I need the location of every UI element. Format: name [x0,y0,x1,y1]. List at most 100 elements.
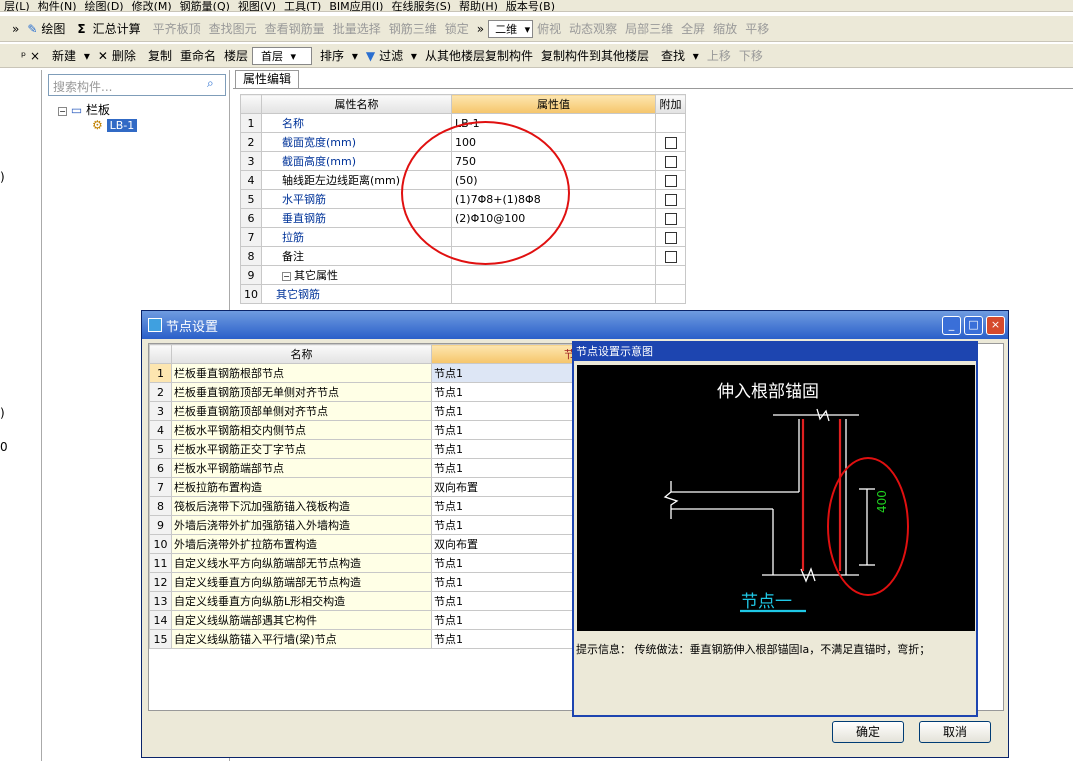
node-value[interactable]: 节点1 [431,363,589,383]
batch-select-button[interactable]: 批量选择 [329,20,385,37]
property-value[interactable] [450,265,657,285]
find-element-button[interactable]: 查找图元 [205,20,261,37]
extra-cell[interactable] [655,189,686,209]
rename-button[interactable]: 重命名 [176,47,220,64]
table-row[interactable]: 9 外墙后浇带外扩加强筋锚入外墙构造 节点1 [149,515,589,535]
copy-to-floor-button[interactable]: 复制构件到其他楼层 [537,47,653,64]
search-box[interactable]: 搜索构件... ⌕ [48,74,226,96]
attach-checkbox[interactable] [664,136,677,149]
table-row[interactable]: 6 栏板水平钢筋端部节点 节点1 [149,458,589,478]
pan-button[interactable]: 平移 [741,20,773,37]
menu-item[interactable]: 在线服务(S) [387,0,455,11]
table-row[interactable]: 13 自定义线垂直方向纵筋L形相交构造 节点1 [149,591,589,611]
new-button[interactable]: 新建 ▾ [44,47,94,64]
table-row[interactable]: 1 栏板垂直钢筋根部节点 节点1 [149,363,589,383]
tree-node-root[interactable]: − ▭ 栏板 [58,101,110,118]
table-row[interactable]: 9− 其它属性 [240,265,686,285]
search-icon[interactable]: ⌕ [207,76,214,91]
dynamic-view-button[interactable]: 动态观察 [565,20,621,37]
table-row[interactable]: 11 自定义线水平方向纵筋端部无节点构造 节点1 [149,553,589,573]
node-value[interactable]: 节点1 [431,496,589,516]
node-value[interactable]: 节点1 [431,401,589,421]
rebar-3d-button[interactable]: 钢筋三维 [385,20,441,37]
menu-item[interactable]: 工具(T) [280,0,325,11]
collapse-icon[interactable]: − [282,272,291,281]
menu-item[interactable]: BIM应用(I) [325,0,387,11]
node-value[interactable]: 节点1 [431,439,589,459]
menu-item[interactable]: 视图(V) [234,0,280,11]
extra-cell[interactable] [655,246,686,266]
zoom-button[interactable]: 缩放 [709,20,741,37]
copy-button[interactable]: 复制 [144,47,176,64]
table-row[interactable]: 15 自定义线纵筋锚入平行墙(梁)节点 节点1 [149,629,589,649]
extra-cell[interactable] [655,170,686,190]
draw-button[interactable]: ✎ 绘图 [23,20,73,37]
node-value[interactable]: 节点1 [431,553,589,573]
attach-checkbox[interactable] [664,250,677,263]
menu-item[interactable]: 版本号(B) [502,0,559,11]
table-row[interactable]: 7 栏板拉筋布置构造 双向布置 [149,477,589,497]
view-mode-select[interactable]: 二维 ▾ [488,19,534,38]
table-row[interactable]: 5 栏板水平钢筋正交丁字节点 节点1 [149,439,589,459]
top-view-button[interactable]: 俯视 [533,20,565,37]
extra-cell[interactable] [655,132,686,152]
node-value[interactable]: 节点1 [431,572,589,592]
table-row[interactable]: 10 外墙后浇带外扩拉筋布置构造 双向布置 [149,534,589,554]
table-row[interactable]: 2 栏板垂直钢筋顶部无单侧对齐节点 节点1 [149,382,589,402]
tree-node-child[interactable]: ⚙ LB-1 [92,118,138,132]
attach-checkbox[interactable] [664,193,677,206]
table-row[interactable]: 4 栏板水平钢筋相交内侧节点 节点1 [149,420,589,440]
floor-select[interactable]: 首层 ▾ [251,46,312,65]
property-value[interactable] [450,284,657,304]
menu-item[interactable]: 帮助(H) [455,0,502,11]
cancel-button[interactable]: 取消 [919,721,991,743]
menu-item[interactable]: 钢筋量(Q) [176,0,234,11]
copy-from-floor-button[interactable]: 从其他楼层复制构件 [421,47,537,64]
table-row[interactable]: 3 栏板垂直钢筋顶部单侧对齐节点 节点1 [149,401,589,421]
node-value[interactable]: 双向布置 [431,534,589,554]
tab-properties[interactable]: 属性编辑 [235,70,299,88]
collapse-icon[interactable]: − [58,107,67,116]
node-value[interactable]: 节点1 [431,515,589,535]
menu-item[interactable]: 绘图(D) [81,0,128,11]
extra-cell[interactable] [655,227,686,247]
menu-item[interactable]: 构件(N) [34,0,81,11]
attach-checkbox[interactable] [664,231,677,244]
move-down-button[interactable]: 下移 [735,47,767,64]
attach-checkbox[interactable] [664,174,677,187]
ok-button[interactable]: 确定 [832,721,904,743]
sort-button[interactable]: 排序 ▾ [312,47,362,64]
menu-item[interactable]: 修改(M) [128,0,176,11]
local-3d-button[interactable]: 局部三维 [621,20,677,37]
fullscreen-button[interactable]: 全屏 [677,20,709,37]
attach-checkbox[interactable] [664,212,677,225]
node-value[interactable]: 节点1 [431,458,589,478]
maximize-button[interactable]: □ [964,315,983,335]
view-rebar-button[interactable]: 查看钢筋量 [261,20,329,37]
table-row[interactable]: 12 自定义线垂直方向纵筋端部无节点构造 节点1 [149,572,589,592]
panel-pin-icon[interactable]: ᵖ × [0,49,44,63]
node-value[interactable]: 节点1 [431,420,589,440]
attach-checkbox[interactable] [664,155,677,168]
find-button[interactable]: 查找 ▾ [653,47,703,64]
minimize-button[interactable]: _ [942,315,961,335]
node-value[interactable]: 节点1 [431,629,589,649]
extra-cell[interactable] [655,151,686,171]
node-value[interactable]: 节点1 [431,610,589,630]
sum-button[interactable]: Σ 汇总计算 [73,20,148,37]
chevron-icon[interactable]: » [473,22,488,36]
table-row[interactable]: 8 筏板后浇带下沉加强筋锚入筏板构造 节点1 [149,496,589,516]
align-top-button[interactable]: 平齐板顶 [149,20,205,37]
node-value[interactable]: 双向布置 [431,477,589,497]
table-row[interactable]: 14 自定义线纵筋端部遇其它构件 节点1 [149,610,589,630]
delete-button[interactable]: ✕ 删除 [94,47,144,64]
move-up-button[interactable]: 上移 [703,47,735,64]
node-value[interactable]: 节点1 [431,591,589,611]
chevron-icon[interactable]: » [0,22,23,36]
menu-item[interactable]: 层(L) [0,0,34,11]
filter-button[interactable]: ▼ 过滤 ▾ [362,47,421,64]
close-button[interactable]: × [986,315,1005,335]
extra-cell[interactable] [655,208,686,228]
table-row[interactable]: 10 其它钢筋 [240,284,686,304]
node-value[interactable]: 节点1 [431,382,589,402]
